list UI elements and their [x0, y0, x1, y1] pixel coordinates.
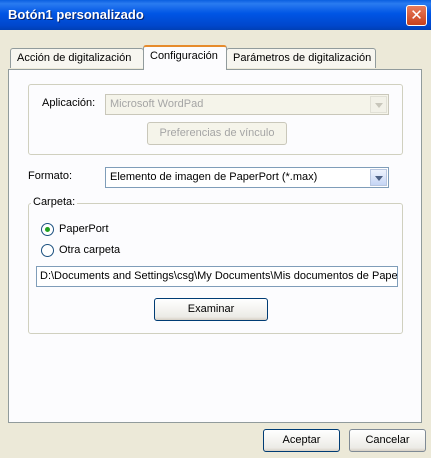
tab-label: Acción de digitalización: [17, 52, 132, 64]
close-icon: ✕: [410, 6, 423, 24]
folder-group-label: Carpeta:: [31, 196, 78, 208]
tab-label: Parámetros de digitalización: [233, 52, 372, 64]
format-select[interactable]: Elemento de imagen de PaperPort (*.max): [105, 167, 389, 188]
paperport-radio-label: PaperPort: [59, 223, 109, 235]
format-label: Formato:: [28, 170, 73, 182]
window-title: Botón1 personalizado: [8, 7, 144, 22]
other-folder-radio[interactable]: [41, 244, 54, 257]
close-button[interactable]: ✕: [406, 5, 427, 26]
title-bar[interactable]: Botón1 personalizado ✕: [0, 0, 431, 30]
application-label: Aplicación:: [42, 97, 96, 109]
folder-path-value: D:\Documents and Settings\csg\My Documen…: [40, 270, 398, 282]
tab-label: Configuración: [150, 50, 218, 62]
tab-panel: Aplicación: Microsoft WordPad Preferenci…: [8, 69, 422, 423]
application-value: Microsoft WordPad: [110, 98, 204, 110]
tab-settings[interactable]: Configuración: [143, 45, 227, 70]
format-value: Elemento de imagen de PaperPort (*.max): [110, 171, 318, 183]
folder-path-field[interactable]: D:\Documents and Settings\csg\My Documen…: [36, 266, 398, 287]
browse-button[interactable]: Examinar: [154, 298, 268, 321]
chevron-down-icon: [370, 169, 387, 186]
application-select[interactable]: Microsoft WordPad: [105, 94, 389, 115]
tab-scan-action[interactable]: Acción de digitalización: [10, 48, 144, 68]
accept-button[interactable]: Aceptar: [263, 429, 340, 452]
paperport-radio[interactable]: [41, 223, 54, 236]
link-preferences-button[interactable]: Preferencias de vínculo: [147, 122, 287, 145]
cancel-button[interactable]: Cancelar: [349, 429, 426, 452]
other-folder-radio-label: Otra carpeta: [59, 244, 121, 256]
dialog-window: Botón1 personalizado ✕ Acción de digital…: [0, 0, 431, 458]
chevron-down-icon: [370, 96, 387, 113]
tab-scan-parameters[interactable]: Parámetros de digitalización: [226, 48, 376, 68]
